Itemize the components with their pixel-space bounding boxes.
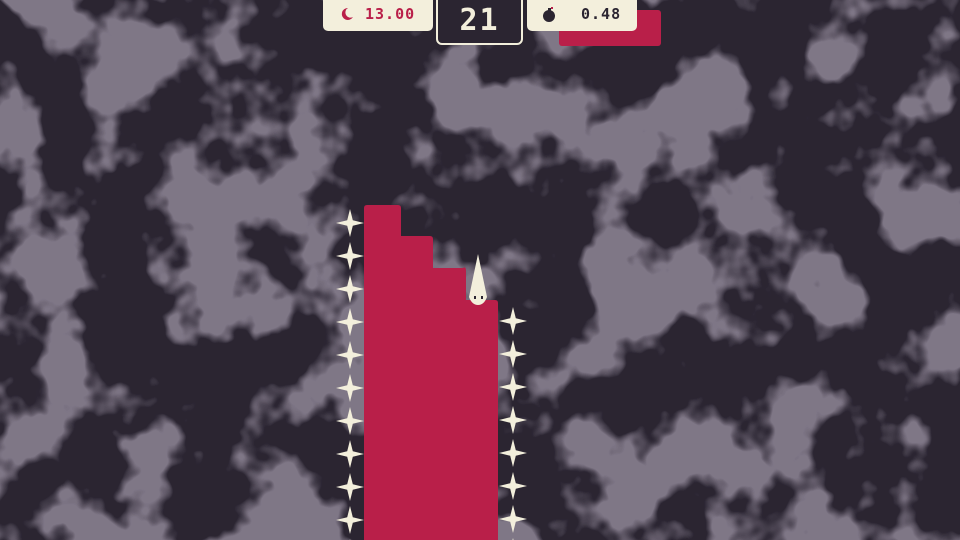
- timer-value: 13.00: [365, 5, 416, 23]
- bomb-icon: [541, 6, 559, 28]
- bomb-panel: 0.48: [527, 0, 637, 31]
- game-background: [0, 0, 960, 540]
- hud-bar: 13.00 21 0.48: [0, 0, 960, 50]
- score-value: 21: [459, 3, 500, 38]
- score-panel: 21: [436, 0, 523, 45]
- moon-icon: [339, 6, 355, 26]
- timer-panel: 13.00: [323, 0, 433, 31]
- bomb-value: 0.48: [581, 5, 622, 23]
